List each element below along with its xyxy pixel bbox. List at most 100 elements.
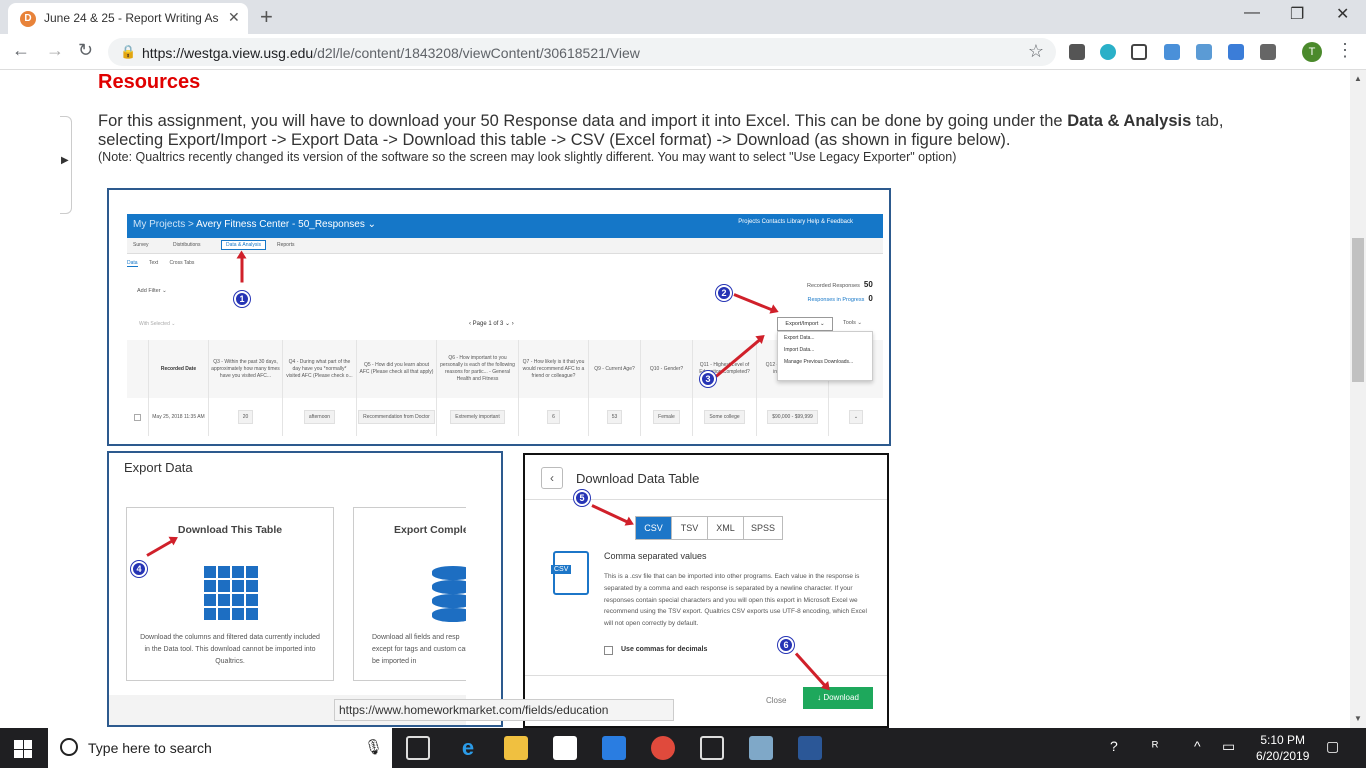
column-header: Q5 - How did you learn about AFC (Please… <box>357 340 436 398</box>
table-cell: Some college <box>693 402 756 432</box>
avatar[interactable]: T <box>1302 42 1322 62</box>
chrome-icon[interactable] <box>651 736 675 760</box>
chevron-left-icon: ‹ <box>541 467 563 489</box>
close-window-icon[interactable]: ✕ <box>1336 4 1349 24</box>
clock-time: 5:10 PM <box>1260 733 1306 747</box>
extension-icon[interactable] <box>1260 44 1276 60</box>
crop-mask <box>466 483 501 725</box>
with-selected: With Selected ⌄ <box>139 321 176 327</box>
extension-icon[interactable] <box>1100 44 1116 60</box>
column-header: Q7 - How likely is it that you would rec… <box>519 340 588 398</box>
back-icon[interactable]: ← <box>12 40 30 61</box>
format-xml: XML <box>708 517 744 539</box>
table-column: Q7 - How likely is it that you would rec… <box>519 340 589 436</box>
chevron-up-icon[interactable]: ^ <box>1194 738 1201 754</box>
url-host: https://westga.view.usg.edu <box>142 45 314 61</box>
subtab-cross-tabs: Cross Tabs <box>169 260 195 266</box>
bookmark-star-icon[interactable]: ☆ <box>1028 41 1044 62</box>
breadcrumb-project: Avery Fitness Center - 50_Responses ⌄ <box>196 219 377 230</box>
column-header: Q3 - Within the past 30 days, approximat… <box>209 340 282 398</box>
address-bar[interactable]: 🔒 https://westga.view.usg.edu/d2l/le/con… <box>108 38 1056 66</box>
app-icon[interactable] <box>749 736 773 760</box>
extension-icon[interactable] <box>1069 44 1085 60</box>
column-header <box>127 340 148 398</box>
column-header: Q6 - How important to you personally is … <box>437 340 518 398</box>
format-selector: CSV TSV XML SPSS <box>635 516 783 540</box>
word-icon[interactable] <box>798 736 822 760</box>
scrollbar[interactable]: ▲ ▼ <box>1350 70 1366 728</box>
scroll-down-icon[interactable]: ▼ <box>1354 714 1362 723</box>
responses-table: Recorded Date May 25, 2018 11:35 AM Q3 - … <box>127 340 883 440</box>
scroll-thumb[interactable] <box>1352 238 1364 382</box>
maximize-icon[interactable]: ❐ <box>1290 4 1304 24</box>
url-path: /d2l/le/content/1843208/viewContent/3061… <box>313 45 640 61</box>
subtab-text: Text <box>148 260 159 266</box>
extension-icon[interactable] <box>1131 44 1147 60</box>
recorded-value: 50 <box>863 280 873 289</box>
qualtrics-header: My Projects > Avery Fitness Center - 50_… <box>127 214 883 238</box>
checkbox-label: Use commas for decimals <box>621 646 708 653</box>
network-icon[interactable]: ▭ <box>1222 738 1235 755</box>
minimize-icon[interactable]: — <box>1244 4 1260 22</box>
notifications-icon[interactable]: ▢ <box>1326 738 1339 755</box>
scroll-up-icon[interactable]: ▲ <box>1354 74 1362 83</box>
browser-tab[interactable]: D June 24 & 25 - Report Writing As ✕ <box>8 3 248 34</box>
table-cell: 6 <box>519 402 588 432</box>
browser-toolbar: ← → ↻ 🔒 https://westga.view.usg.edu/d2l/… <box>0 34 1366 70</box>
figure-download-table: ‹ Download Data Table CSV TSV XML SPSS C… <box>523 453 889 728</box>
reload-icon[interactable]: ↻ <box>78 40 93 61</box>
cell-value: Some college <box>704 410 745 424</box>
dropbox-icon[interactable] <box>602 736 626 760</box>
edge-icon[interactable]: e <box>456 736 480 760</box>
table-column <box>127 340 149 436</box>
table-cell: 53 <box>589 402 640 432</box>
decimal-commas-checkbox <box>604 646 613 655</box>
store-icon[interactable] <box>553 736 577 760</box>
menu-item-import-data: Import Data... <box>784 347 815 353</box>
extension-icon[interactable] <box>1196 44 1212 60</box>
tab-title: June 24 & 25 - Report Writing As <box>44 11 219 25</box>
file-explorer-icon[interactable] <box>504 736 528 760</box>
people-icon[interactable]: ᴿ <box>1152 738 1158 754</box>
inprogress-label: Responses in Progress <box>807 297 865 303</box>
cell-value: 20 <box>237 410 254 424</box>
table-cell: $90,000 - $99,999 <box>757 402 828 432</box>
format-description: This is a .csv file that can be imported… <box>604 573 867 628</box>
windows-start-icon[interactable] <box>14 740 32 758</box>
microphone-icon[interactable]: 🎙 <box>364 738 383 756</box>
extension-icon[interactable] <box>1164 44 1180 60</box>
photos-icon[interactable] <box>700 736 724 760</box>
step-marker: 3 <box>700 371 716 387</box>
tab-close-icon[interactable]: ✕ <box>228 9 240 26</box>
tab-strip: D June 24 & 25 - Report Writing As ✕ + —… <box>0 0 1366 34</box>
response-counts: Recorded Responses 50 Responses in Progre… <box>807 280 873 303</box>
card-title: Download This Table <box>177 524 283 536</box>
export-complete-card: Export Comple Download all fields and re… <box>353 507 474 681</box>
new-tab-icon[interactable]: + <box>260 4 273 30</box>
search-placeholder: Type here to search <box>88 740 212 756</box>
card-description: Download the columns and filtered data c… <box>140 634 320 665</box>
red-arrow <box>591 504 631 525</box>
breadcrumb-prefix: My Projects > <box>133 219 197 230</box>
para-bold: Data & Analysis <box>1067 112 1192 130</box>
page-content: ▶ Resources For this assignment, you wil… <box>0 70 1366 728</box>
download-table-card: Download This Table Download the columns… <box>126 507 334 681</box>
para-prefix: For this assignment, you will have to do… <box>98 112 1068 130</box>
taskbar: Type here to search 🎙 e ? ᴿ ^ ▭ 5:10 PM … <box>0 728 1366 768</box>
menu-icon[interactable]: ⋮ <box>1336 40 1354 61</box>
taskbar-search[interactable]: Type here to search 🎙 <box>48 728 392 768</box>
cell-value: Recommendation from Doctor <box>358 410 435 424</box>
format-title: Comma separated values <box>604 551 707 561</box>
step-marker: 2 <box>716 285 732 301</box>
cell-value: Female <box>653 410 680 424</box>
cell-value: 6 <box>547 410 560 424</box>
extension-icon[interactable] <box>1228 44 1244 60</box>
recorded-label: Recorded Responses <box>807 283 860 289</box>
task-view-icon[interactable] <box>406 736 430 760</box>
table-cell <box>127 402 148 432</box>
help-icon[interactable]: ? <box>1110 738 1118 754</box>
forward-icon[interactable]: → <box>46 40 64 61</box>
sidebar-toggle[interactable]: ▶ <box>60 116 72 214</box>
clock[interactable]: 5:10 PM 6/20/2019 <box>1256 732 1309 764</box>
card-description: Download all fields and resp except for … <box>372 634 470 665</box>
